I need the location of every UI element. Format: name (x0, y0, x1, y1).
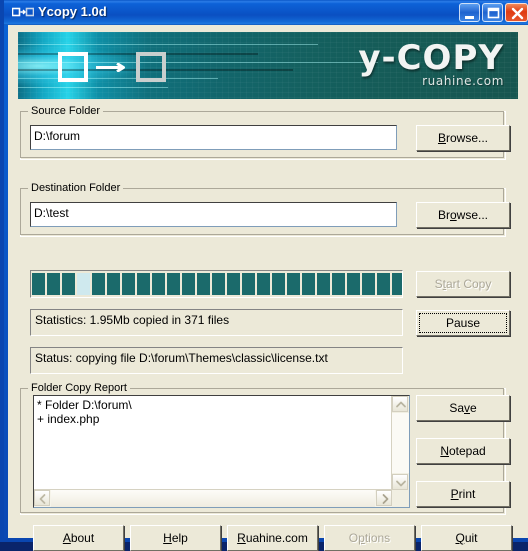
brand-name: y-COPY (358, 38, 504, 78)
notepad-label: Notepad (440, 444, 486, 458)
progress-block (272, 273, 285, 295)
progress-block (167, 273, 180, 295)
progress-block (182, 273, 195, 295)
report-listbox[interactable]: * Folder D:\forum\ + index.php (33, 395, 410, 508)
scroll-left-arrow-icon[interactable] (34, 490, 50, 506)
progress-block (92, 273, 105, 295)
progress-block (362, 273, 375, 295)
status-panel: Status: copying file D:\forum\Themes\cla… (30, 347, 403, 374)
application-window: Ycopy 1.0d y-COPY ruahine.com Source Fol… (0, 0, 528, 551)
save-button[interactable]: Save (416, 395, 510, 421)
progress-block (77, 273, 90, 295)
folder-copy-report-label: Folder Copy Report (28, 382, 130, 394)
copy-progress-bar (30, 270, 403, 298)
maximize-button[interactable] (482, 3, 503, 22)
pause-button[interactable]: Pause (416, 310, 510, 336)
destination-browse-button[interactable]: Browse... (416, 202, 510, 228)
help-button[interactable]: Help (130, 525, 221, 551)
ruahine-label: Ruahine.com (237, 531, 308, 545)
progress-block (122, 273, 135, 295)
title-bar[interactable]: Ycopy 1.0d (4, 0, 528, 25)
start-copy-label: Start Copy (434, 277, 492, 291)
progress-block (107, 273, 120, 295)
progress-block (137, 273, 150, 295)
progress-block (302, 273, 315, 295)
progress-block (62, 273, 75, 295)
scroll-right-arrow-icon[interactable] (376, 490, 392, 506)
save-label: Save (449, 401, 477, 415)
progress-block (152, 273, 165, 295)
source-browse-button[interactable]: Browse... (416, 125, 510, 151)
window-icon-copy-boxes-icon (11, 7, 35, 18)
progress-block (47, 273, 60, 295)
close-button[interactable] (505, 3, 528, 22)
progress-block (392, 273, 402, 295)
app-banner: y-COPY ruahine.com (18, 32, 518, 99)
scrollbar-corner (392, 490, 409, 507)
progress-block (287, 273, 300, 295)
source-folder-label: Source Folder (28, 105, 104, 117)
destination-folder-input[interactable]: D:\test (30, 202, 397, 227)
report-vertical-scrollbar[interactable] (391, 396, 409, 490)
progress-block (227, 273, 240, 295)
client-area: y-COPY ruahine.com Source Folder D:\foru… (8, 25, 528, 551)
horizontal-scroll-track[interactable] (51, 490, 375, 507)
focus-ring (419, 313, 507, 333)
progress-block (257, 273, 270, 295)
scroll-down-arrow-icon[interactable] (392, 474, 408, 490)
start-copy-button[interactable]: Start Copy (416, 271, 510, 297)
progress-block (377, 273, 390, 295)
banner-copy-boxes-icon (58, 52, 168, 84)
scroll-up-arrow-icon[interactable] (392, 396, 408, 412)
print-label: Print (450, 487, 476, 501)
destination-browse-label: Browse... (437, 208, 489, 222)
destination-folder-label: Destination Folder (28, 182, 124, 194)
ruahine-button[interactable]: Ruahine.com (227, 525, 318, 551)
quit-button[interactable]: Quit (421, 525, 512, 551)
progress-block (212, 273, 225, 295)
report-lines: * Folder D:\forum\ + index.php (37, 398, 132, 426)
minimize-button[interactable] (459, 3, 480, 22)
quit-label: Quit (455, 531, 478, 545)
progress-block (197, 273, 210, 295)
about-button[interactable]: About (33, 525, 124, 551)
window-title: Ycopy 1.0d (38, 4, 107, 19)
progress-block (317, 273, 330, 295)
options-button[interactable]: Options (324, 525, 415, 551)
maximize-icon (487, 7, 500, 19)
help-label: Help (163, 531, 188, 545)
vertical-scroll-track[interactable] (392, 413, 409, 473)
print-button[interactable]: Print (416, 481, 510, 507)
progress-block (347, 273, 360, 295)
options-label: Options (348, 531, 391, 545)
notepad-button[interactable]: Notepad (416, 438, 510, 464)
minimize-icon (465, 16, 474, 19)
about-label: About (62, 531, 95, 545)
source-browse-label: Browse... (437, 131, 489, 145)
source-folder-input[interactable]: D:\forum (30, 125, 397, 150)
close-icon (511, 7, 524, 20)
brand-wordmark: y-COPY ruahine.com (358, 38, 504, 88)
progress-block (332, 273, 345, 295)
progress-block (242, 273, 255, 295)
progress-block (32, 273, 45, 295)
report-horizontal-scrollbar[interactable] (34, 489, 392, 507)
statistics-panel: Statistics: 1.95Mb copied in 371 files (30, 309, 403, 336)
